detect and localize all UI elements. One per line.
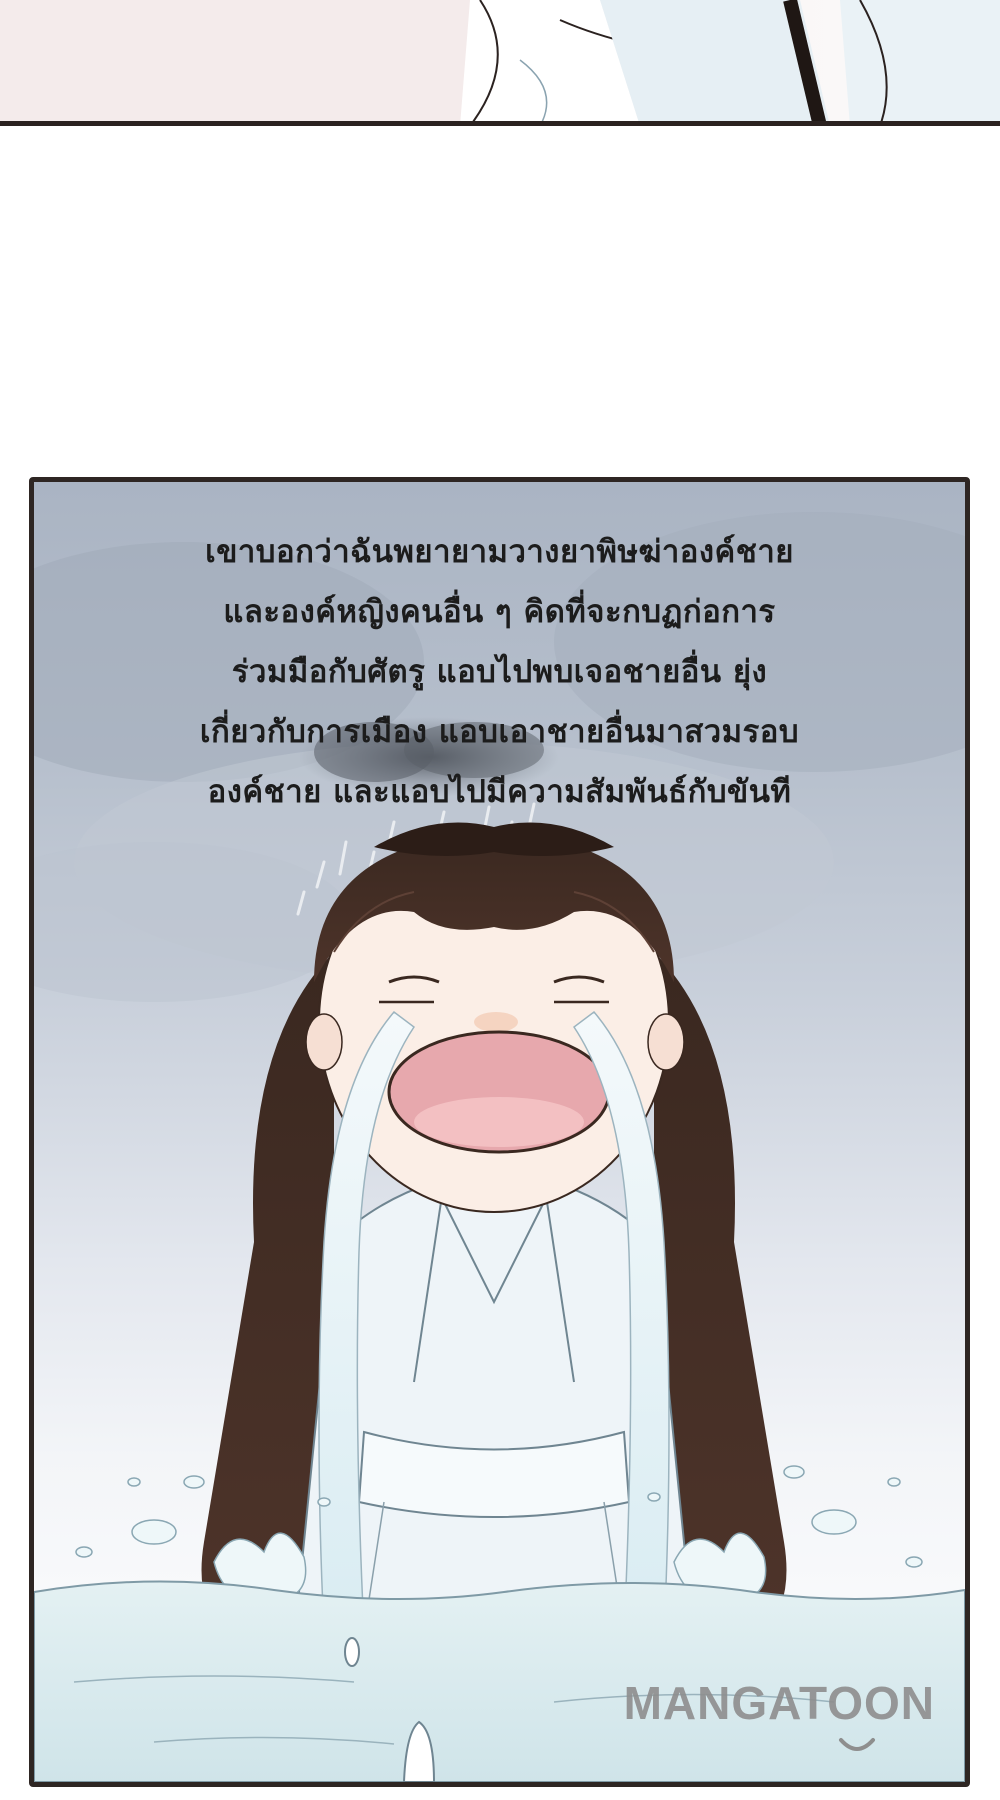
caption-line: เกี่ยวกับการเมือง แอบเอาชายอื่นมาสวมรอบ bbox=[199, 714, 800, 750]
comic-page: เขาบอกว่าฉันพยายามวางยาพิษฆ่าองค์ชาย และ… bbox=[0, 0, 1000, 1800]
caption-line: ร่วมมือกับศัตรู แอบไปพบเจอชายอื่น ยุ่ง bbox=[231, 654, 768, 690]
caption-line: องค์ชาย และแอบไปมีความสัมพันธ์กับขันที bbox=[207, 774, 792, 810]
caption-line: และองค์หญิงคนอื่น ๆ คิดที่จะกบฏก่อการ bbox=[223, 594, 776, 630]
narration-caption: เขาบอกว่าฉันพยายามวางยาพิษฆ่าองค์ชาย และ… bbox=[74, 522, 925, 822]
caption-line: เขาบอกว่าฉันพยายามวางยาพิษฆ่าองค์ชาย bbox=[205, 534, 794, 570]
main-panel: เขาบอกว่าฉันพยายามวางยาพิษฆ่าองค์ชาย และ… bbox=[29, 477, 970, 1787]
mangatoon-watermark: MANGATOON bbox=[623, 1677, 935, 1729]
previous-panel bbox=[0, 0, 1000, 126]
watermark-smile-icon bbox=[839, 1738, 875, 1751]
previous-panel-art bbox=[0, 0, 1000, 121]
